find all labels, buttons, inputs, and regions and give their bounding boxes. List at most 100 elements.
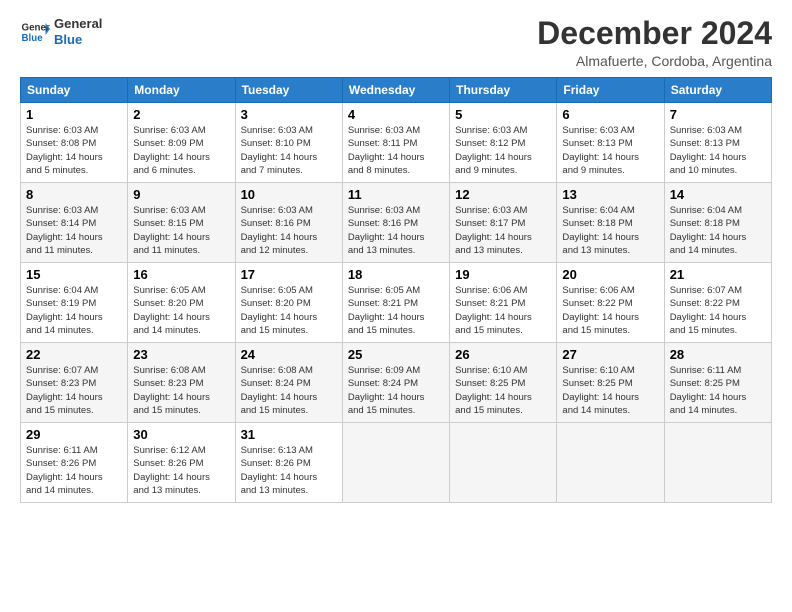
day-number: 6 [562,107,658,122]
calendar-cell: 5 Sunrise: 6:03 AM Sunset: 8:12 PM Daylig… [450,103,557,183]
day-info: Sunrise: 6:03 AM Sunset: 8:09 PM Dayligh… [133,124,229,177]
day-info: Sunrise: 6:13 AM Sunset: 8:26 PM Dayligh… [241,444,337,497]
day-number: 29 [26,427,122,442]
day-info: Sunrise: 6:04 AM Sunset: 8:19 PM Dayligh… [26,284,122,337]
day-number: 4 [348,107,444,122]
calendar-cell: 13Sunrise: 6:04 AM Sunset: 8:18 PM Dayli… [557,183,664,263]
day-number: 13 [562,187,658,202]
day-info: Sunrise: 6:04 AM Sunset: 8:18 PM Dayligh… [670,204,766,257]
day-info: Sunrise: 6:10 AM Sunset: 8:25 PM Dayligh… [455,364,551,417]
day-number: 28 [670,347,766,362]
day-info: Sunrise: 6:08 AM Sunset: 8:24 PM Dayligh… [241,364,337,417]
day-number: 16 [133,267,229,282]
page: General Blue General Blue December 2024 … [0,0,792,612]
calendar-cell: 7 Sunrise: 6:03 AM Sunset: 8:13 PM Daylig… [664,103,771,183]
calendar-cell: 12 Sunrise: 6:03 AM Sunset: 8:17 PM Dayli… [450,183,557,263]
calendar-cell: 28 Sunrise: 6:11 AM Sunset: 8:25 PM Dayli… [664,343,771,423]
day-number: 5 [455,107,551,122]
calendar-header-cell: Saturday [664,78,771,103]
calendar-week-row: 22 Sunrise: 6:07 AM Sunset: 8:23 PM Dayli… [21,343,772,423]
logo-icon: General Blue [20,17,50,47]
day-info: Sunrise: 6:06 AM Sunset: 8:21 PM Dayligh… [455,284,551,337]
calendar-cell: 29 Sunrise: 6:11 AM Sunset: 8:26 PM Dayli… [21,423,128,503]
calendar-header-cell: Sunday [21,78,128,103]
calendar-cell: 17Sunrise: 6:05 AM Sunset: 8:20 PM Dayli… [235,263,342,343]
logo-line2: Blue [54,32,102,48]
day-info: Sunrise: 6:07 AM Sunset: 8:23 PM Dayligh… [26,364,122,417]
day-info: Sunrise: 6:03 AM Sunset: 8:13 PM Dayligh… [562,124,658,177]
day-number: 7 [670,107,766,122]
day-info: Sunrise: 6:03 AM Sunset: 8:12 PM Dayligh… [455,124,551,177]
calendar-cell: 19 Sunrise: 6:06 AM Sunset: 8:21 PM Dayli… [450,263,557,343]
calendar-week-row: 1Sunrise: 6:03 AM Sunset: 8:08 PM Daylig… [21,103,772,183]
day-info: Sunrise: 6:12 AM Sunset: 8:26 PM Dayligh… [133,444,229,497]
calendar-week-row: 29 Sunrise: 6:11 AM Sunset: 8:26 PM Dayli… [21,423,772,503]
logo: General Blue General Blue [20,16,102,47]
calendar-cell: 6 Sunrise: 6:03 AM Sunset: 8:13 PM Daylig… [557,103,664,183]
day-info: Sunrise: 6:11 AM Sunset: 8:26 PM Dayligh… [26,444,122,497]
day-info: Sunrise: 6:03 AM Sunset: 8:10 PM Dayligh… [241,124,337,177]
day-number: 25 [348,347,444,362]
day-number: 8 [26,187,122,202]
calendar-cell: 9 Sunrise: 6:03 AM Sunset: 8:15 PM Daylig… [128,183,235,263]
day-info: Sunrise: 6:03 AM Sunset: 8:14 PM Dayligh… [26,204,122,257]
calendar-cell: 10 Sunrise: 6:03 AM Sunset: 8:16 PM Dayli… [235,183,342,263]
calendar-cell [557,423,664,503]
day-number: 10 [241,187,337,202]
day-number: 26 [455,347,551,362]
day-info: Sunrise: 6:03 AM Sunset: 8:17 PM Dayligh… [455,204,551,257]
day-number: 3 [241,107,337,122]
day-info: Sunrise: 6:03 AM Sunset: 8:13 PM Dayligh… [670,124,766,177]
calendar-cell: 18Sunrise: 6:05 AM Sunset: 8:21 PM Dayli… [342,263,449,343]
month-title: December 2024 [537,16,772,51]
day-number: 9 [133,187,229,202]
calendar-body: 1Sunrise: 6:03 AM Sunset: 8:08 PM Daylig… [21,103,772,503]
day-info: Sunrise: 6:03 AM Sunset: 8:08 PM Dayligh… [26,124,122,177]
calendar-table: SundayMondayTuesdayWednesdayThursdayFrid… [20,77,772,503]
day-info: Sunrise: 6:10 AM Sunset: 8:25 PM Dayligh… [562,364,658,417]
calendar-cell [450,423,557,503]
calendar-cell: 11 Sunrise: 6:03 AM Sunset: 8:16 PM Dayli… [342,183,449,263]
calendar-cell: 27 Sunrise: 6:10 AM Sunset: 8:25 PM Dayli… [557,343,664,423]
day-number: 19 [455,267,551,282]
day-number: 31 [241,427,337,442]
day-number: 27 [562,347,658,362]
calendar-cell: 23Sunrise: 6:08 AM Sunset: 8:23 PM Dayli… [128,343,235,423]
day-number: 2 [133,107,229,122]
location: Almafuerte, Cordoba, Argentina [537,53,772,69]
day-info: Sunrise: 6:05 AM Sunset: 8:20 PM Dayligh… [241,284,337,337]
calendar-cell: 15 Sunrise: 6:04 AM Sunset: 8:19 PM Dayli… [21,263,128,343]
day-info: Sunrise: 6:03 AM Sunset: 8:16 PM Dayligh… [241,204,337,257]
calendar-header-cell: Tuesday [235,78,342,103]
calendar-cell: 14 Sunrise: 6:04 AM Sunset: 8:18 PM Dayli… [664,183,771,263]
day-number: 23 [133,347,229,362]
day-number: 22 [26,347,122,362]
calendar-week-row: 8 Sunrise: 6:03 AM Sunset: 8:14 PM Daylig… [21,183,772,263]
calendar-cell: 4 Sunrise: 6:03 AM Sunset: 8:11 PM Daylig… [342,103,449,183]
day-number: 11 [348,187,444,202]
day-info: Sunrise: 6:03 AM Sunset: 8:11 PM Dayligh… [348,124,444,177]
calendar-cell: 3 Sunrise: 6:03 AM Sunset: 8:10 PM Daylig… [235,103,342,183]
day-number: 30 [133,427,229,442]
title-block: December 2024 Almafuerte, Cordoba, Argen… [537,16,772,69]
day-number: 12 [455,187,551,202]
day-info: Sunrise: 6:03 AM Sunset: 8:16 PM Dayligh… [348,204,444,257]
calendar-cell: 2 Sunrise: 6:03 AM Sunset: 8:09 PM Daylig… [128,103,235,183]
calendar-header-cell: Friday [557,78,664,103]
day-number: 15 [26,267,122,282]
day-info: Sunrise: 6:11 AM Sunset: 8:25 PM Dayligh… [670,364,766,417]
svg-text:Blue: Blue [22,33,44,44]
day-info: Sunrise: 6:06 AM Sunset: 8:22 PM Dayligh… [562,284,658,337]
day-info: Sunrise: 6:03 AM Sunset: 8:15 PM Dayligh… [133,204,229,257]
calendar-header-cell: Monday [128,78,235,103]
calendar-cell: 24Sunrise: 6:08 AM Sunset: 8:24 PM Dayli… [235,343,342,423]
logo-line1: General [54,16,102,32]
day-number: 21 [670,267,766,282]
day-number: 14 [670,187,766,202]
calendar-header-row: SundayMondayTuesdayWednesdayThursdayFrid… [21,78,772,103]
calendar-cell: 20Sunrise: 6:06 AM Sunset: 8:22 PM Dayli… [557,263,664,343]
calendar-cell [342,423,449,503]
header: General Blue General Blue December 2024 … [20,16,772,69]
calendar-cell: 26 Sunrise: 6:10 AM Sunset: 8:25 PM Dayli… [450,343,557,423]
day-info: Sunrise: 6:05 AM Sunset: 8:21 PM Dayligh… [348,284,444,337]
